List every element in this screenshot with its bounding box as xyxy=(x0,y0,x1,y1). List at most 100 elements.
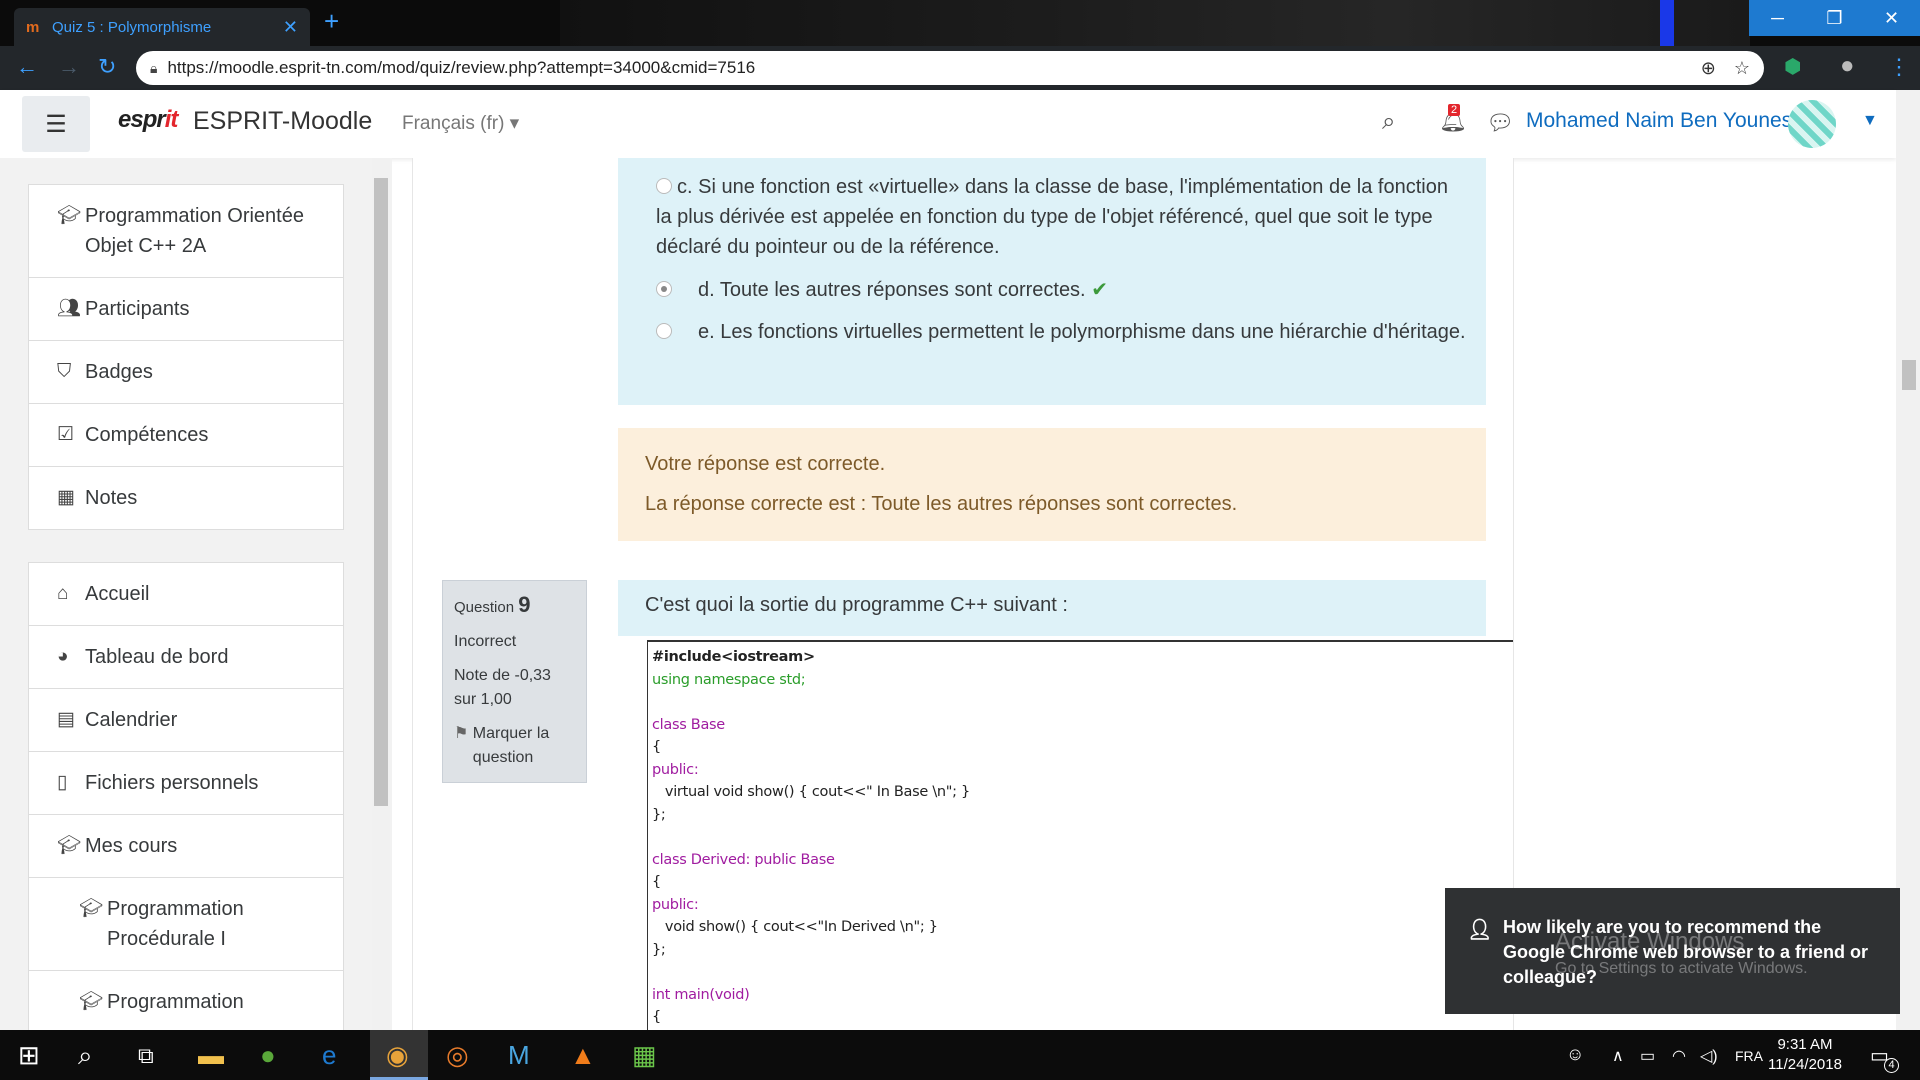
table-icon: ▦ xyxy=(57,487,75,508)
course-nav-block: 🎓︎ Programmation Orientée Objet C++ 2A 👥︎… xyxy=(28,184,344,530)
feedback-right-answer: La réponse correcte est : Toute les autr… xyxy=(645,493,1238,515)
notification-count-badge: 2 xyxy=(1448,104,1461,116)
radio-option-e[interactable] xyxy=(656,323,672,339)
question-number: Question 9 xyxy=(454,592,531,617)
action-center-badge: 4 xyxy=(1884,1058,1899,1073)
people-icon[interactable]: ☺ xyxy=(1566,1044,1584,1065)
nav-item-calendar[interactable]: ▤ Calendrier xyxy=(29,689,343,752)
nav-item-course-procedurale[interactable]: 🎓︎ Programmation Procédurale I xyxy=(29,878,343,971)
maximize-button[interactable]: ❐ xyxy=(1806,0,1863,36)
main-content: c. Si une fonction est «virtuelle» dans … xyxy=(412,158,1514,1030)
nav-item-badges[interactable]: ⛉ Badges xyxy=(29,341,343,404)
messages-icon[interactable]: 💬︎ xyxy=(1486,110,1514,136)
hamburger-icon: ☰ xyxy=(45,110,67,138)
language-indicator[interactable]: FRA xyxy=(1735,1048,1763,1064)
shield-icon: ⛉ xyxy=(57,361,72,382)
avatar[interactable] xyxy=(1788,100,1836,148)
browser-toolbar: ← → ↻ 🔒︎ https://moodle.esprit-tn.com/mo… xyxy=(0,46,1920,90)
address-bar[interactable]: 🔒︎ https://moodle.esprit-tn.com/mod/quiz… xyxy=(136,51,1764,85)
tab-title: Quiz 5 : Polymorphisme xyxy=(52,18,212,36)
nav-item-notes[interactable]: ▦ Notes xyxy=(29,467,343,529)
code-line: public: xyxy=(652,896,699,913)
drawer-scrollbar-thumb[interactable] xyxy=(374,178,388,806)
radio-option-d[interactable] xyxy=(656,281,672,297)
code-line: void show() { cout<<"In Derived \n"; } xyxy=(652,919,938,935)
nav-item-course-programmation[interactable]: 🎓︎ Programmation xyxy=(29,971,343,1030)
feedback-panel: Votre réponse est correcte. La réponse c… xyxy=(618,428,1486,541)
flag-question-link[interactable]: ⚑ Marquer la question xyxy=(454,722,575,770)
nav-item-files[interactable]: ▯ Fichiers personnels xyxy=(29,752,343,815)
home-icon: ⌂ xyxy=(57,583,69,604)
task-view-icon[interactable]: ⧉ xyxy=(138,1043,154,1069)
tray-chevron-icon[interactable]: ∧ xyxy=(1612,1046,1624,1066)
graduation-cap-icon: 🎓︎ xyxy=(79,991,104,1012)
drawer-scrollbar[interactable] xyxy=(372,158,390,1030)
code-line: public: xyxy=(652,761,699,778)
windows-start-icon[interactable]: ⊞ xyxy=(18,1040,40,1071)
drawer-toggle-button[interactable]: ☰ xyxy=(22,96,90,152)
minimize-button[interactable]: ─ xyxy=(1749,0,1806,36)
activate-windows-subtitle: Go to Settings to activate Windows. xyxy=(1555,960,1808,977)
nav-item-dashboard[interactable]: ◕ Tableau de bord xyxy=(29,626,343,689)
code-line: virtual void show() { cout<<" In Base \n… xyxy=(652,784,970,800)
profile-icon[interactable]: ● xyxy=(1840,52,1855,80)
chrome-taskbar-active[interactable]: ◉ xyxy=(370,1030,428,1080)
page-scrollbar-thumb[interactable] xyxy=(1902,360,1916,390)
back-arrow-icon[interactable]: ← xyxy=(16,54,38,80)
app-tiles-icon[interactable]: ▦ xyxy=(632,1040,657,1071)
new-tab-button[interactable]: + xyxy=(324,6,339,37)
code-line: class Base xyxy=(652,716,725,733)
forward-arrow-icon[interactable]: → xyxy=(58,54,80,80)
extension-shield-icon[interactable]: ⬢ xyxy=(1784,54,1801,79)
activate-windows-watermark: Activate Windows xyxy=(1555,928,1745,955)
code-line: class Derived: public Base xyxy=(652,851,835,868)
browser-tab[interactable]: m Quiz 5 : Polymorphisme ✕ xyxy=(14,8,310,46)
question-info-box: Question 9 Incorrect Note de -0,33 sur 1… xyxy=(442,580,587,783)
site-nav-block: ⌂ Accueil ◕ Tableau de bord ▤ Calendrier ▯ F… xyxy=(28,562,344,1030)
desktop-background xyxy=(560,0,1750,46)
volume-icon[interactable]: ◁) xyxy=(1700,1046,1718,1066)
code-line: { xyxy=(652,874,661,890)
desktop-background-accent xyxy=(1660,0,1674,46)
nav-item-participants[interactable]: 👥︎ Participants xyxy=(29,278,343,341)
option-d-label: d. Toute les autres réponses sont correc… xyxy=(698,279,1108,301)
zoom-icon[interactable]: ⊕ xyxy=(1701,58,1716,79)
nav-drawer: 🎓︎ Programmation Orientée Objet C++ 2A 👥︎… xyxy=(0,158,392,1030)
calendar-icon: ▤ xyxy=(57,709,75,730)
user-menu-caret-icon[interactable]: ▼ xyxy=(1862,112,1878,130)
option-e-label: e. Les fonctions virtuelles permettent l… xyxy=(698,321,1466,343)
blender-icon[interactable]: ◎ xyxy=(446,1040,469,1071)
system-clock[interactable]: 9:31 AM 11/24/2018 xyxy=(1768,1035,1842,1075)
code-line: using namespace std; xyxy=(652,671,806,688)
checkbox-icon: ☑ xyxy=(57,424,75,445)
check-icon: ✔ xyxy=(1091,279,1108,301)
edge-icon[interactable]: e xyxy=(322,1040,336,1071)
utorrent-icon[interactable]: ● xyxy=(260,1040,276,1071)
nav-item-course[interactable]: 🎓︎ Programmation Orientée Objet C++ 2A xyxy=(29,185,343,278)
nav-item-my-courses[interactable]: 🎓︎ Mes cours xyxy=(29,815,343,878)
search-icon[interactable]: ⌕ xyxy=(78,1040,93,1072)
close-tab-icon[interactable]: ✕ xyxy=(283,17,298,38)
language-menu[interactable]: Français (fr) ▾ xyxy=(402,112,519,135)
esprit-logo[interactable]: esprit xyxy=(118,106,178,134)
wifi-icon[interactable]: ◠ xyxy=(1672,1046,1686,1066)
graduation-cap-icon: 🎓︎ xyxy=(57,835,82,856)
nav-item-competences[interactable]: ☑ Compétences xyxy=(29,404,343,467)
file-explorer-icon[interactable]: ▬ xyxy=(198,1040,224,1071)
reload-icon[interactable]: ↻ xyxy=(98,54,116,80)
code-line: }; xyxy=(652,941,666,958)
nav-item-accueil[interactable]: ⌂ Accueil xyxy=(29,563,343,626)
file-icon: ▯ xyxy=(57,772,68,793)
bookmark-star-icon[interactable]: ☆ xyxy=(1734,58,1750,79)
site-name[interactable]: ESPRIT-Moodle xyxy=(193,107,372,136)
vlc-icon[interactable]: ▲ xyxy=(570,1040,596,1071)
search-icon[interactable]: ⌕ xyxy=(1382,108,1395,136)
app-m-icon[interactable]: M xyxy=(508,1040,530,1071)
menu-dots-icon[interactable]: ⋮ xyxy=(1888,54,1910,80)
close-window-button[interactable]: ✕ xyxy=(1863,0,1920,36)
option-c-label: c. Si une fonction est «virtuelle» dans … xyxy=(656,176,1448,258)
battery-icon[interactable]: ▭ xyxy=(1640,1046,1655,1066)
answer-options-panel: c. Si une fonction est «virtuelle» dans … xyxy=(618,158,1486,405)
flag-icon: ⚑ xyxy=(454,725,469,742)
user-name[interactable]: Mohamed Naim Ben Younes xyxy=(1526,109,1792,133)
